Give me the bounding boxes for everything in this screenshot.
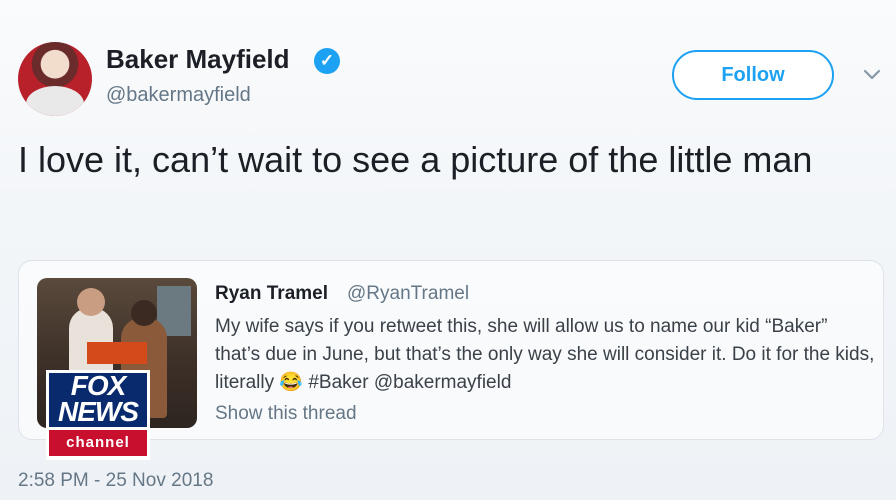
author-handle[interactable]: @bakermayfield	[106, 84, 251, 107]
follow-button[interactable]: Follow	[672, 50, 834, 100]
tweet-timestamp[interactable]: 2:58 PM - 25 Nov 2018	[18, 470, 213, 492]
quoted-text-tags: #Baker @bakermayfield	[303, 372, 512, 393]
quoted-tweet-text: My wife says if you retweet this, she wi…	[215, 313, 875, 397]
laughing-emoji-icon: 😂	[279, 372, 304, 393]
fox-channel-logo-text: channel	[49, 430, 147, 456]
quoted-author-handle[interactable]: @RyanTramel	[347, 283, 469, 305]
fox-news-channel-logo: FOX NEWS channel	[46, 370, 150, 460]
tweet-text: I love it, can’t wait to see a picture o…	[18, 139, 813, 180]
quoted-author-name[interactable]: Ryan Tramel	[215, 283, 328, 305]
avatar[interactable]	[18, 42, 92, 116]
verified-badge-icon: ✓	[314, 48, 340, 74]
tweet-card: Baker Mayfield ✓ @bakermayfield Follow I…	[0, 0, 896, 500]
fox-news-logo-text: FOX NEWS	[49, 372, 147, 427]
chevron-down-icon[interactable]	[862, 64, 882, 84]
show-thread-link[interactable]: Show this thread	[215, 403, 357, 425]
author-display-name[interactable]: Baker Mayfield	[106, 44, 290, 75]
